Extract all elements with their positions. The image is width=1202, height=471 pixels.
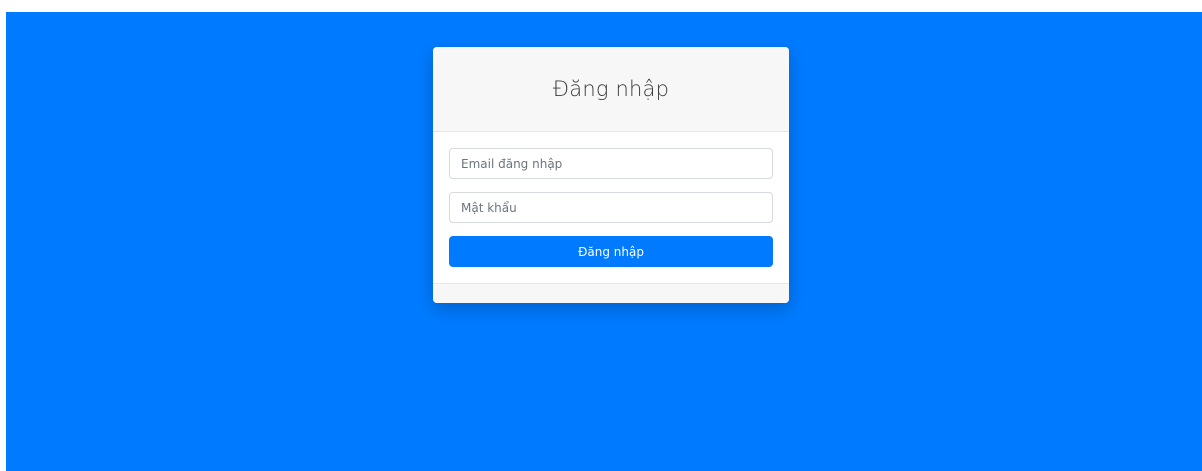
login-button[interactable]: Đăng nhập bbox=[449, 236, 773, 267]
login-card: Đăng nhập Đăng nhập bbox=[433, 47, 789, 303]
page-title: Đăng nhập bbox=[552, 77, 670, 101]
login-card-footer bbox=[433, 283, 789, 303]
login-card-header: Đăng nhập bbox=[433, 47, 789, 132]
password-input[interactable] bbox=[449, 192, 773, 223]
page-background: Đăng nhập Đăng nhập bbox=[6, 12, 1202, 471]
login-form: Đăng nhập bbox=[433, 132, 789, 283]
email-input[interactable] bbox=[449, 148, 773, 179]
